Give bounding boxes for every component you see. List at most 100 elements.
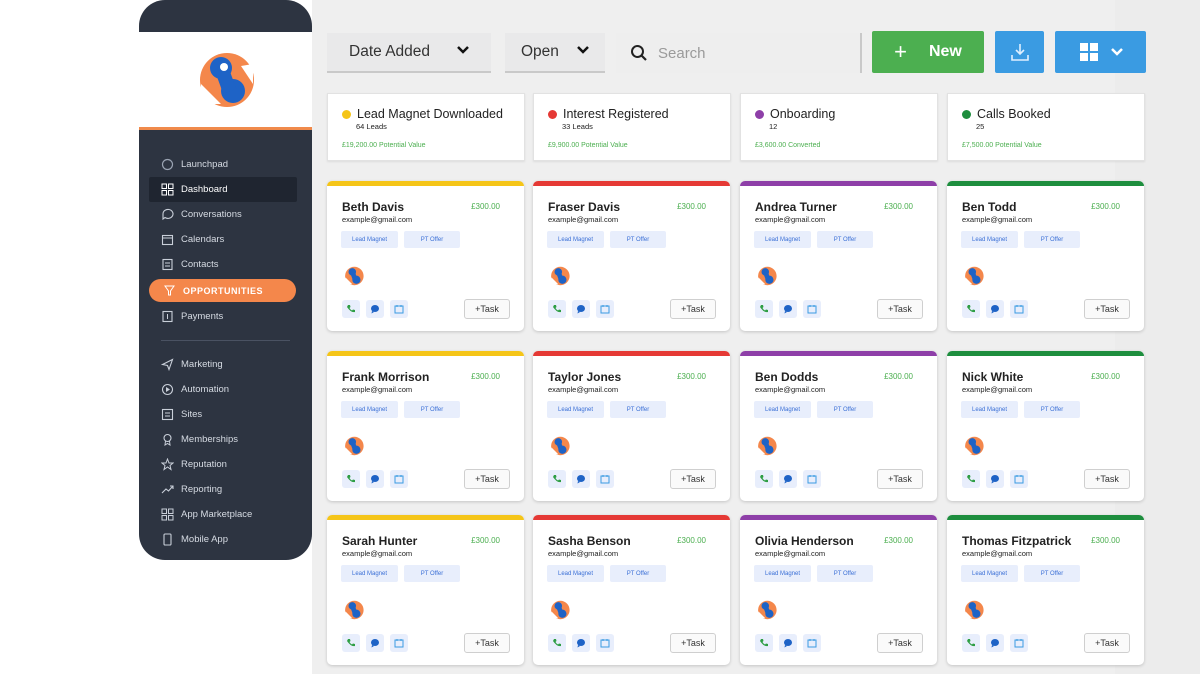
sidebar-item-app-marketplace[interactable]: App Marketplace: [139, 502, 312, 527]
sidebar-item-opportunities[interactable]: OPPORTUNITIES: [149, 279, 296, 302]
message-button[interactable]: [986, 300, 1004, 318]
sidebar-item-memberships[interactable]: Memberships: [139, 427, 312, 452]
sidebar-item-reporting[interactable]: Reporting: [139, 477, 312, 502]
opportunity-card[interactable]: Sasha Benson example@gmail.com £300.00 Lead…: [533, 515, 730, 665]
opportunity-card[interactable]: Sarah Hunter example@gmail.com £300.00 Lead…: [327, 515, 524, 665]
call-button[interactable]: [755, 634, 773, 652]
tag-lead-magnet[interactable]: Lead Magnet: [341, 231, 398, 248]
opportunity-card[interactable]: Taylor Jones example@gmail.com £300.00 Lead…: [533, 351, 730, 501]
search-input[interactable]: Search: [616, 33, 862, 73]
message-button[interactable]: [986, 634, 1004, 652]
call-button[interactable]: [342, 470, 360, 488]
add-task-button[interactable]: +Task: [464, 469, 510, 489]
calendar-button[interactable]: [1010, 300, 1028, 318]
sidebar-item-contacts[interactable]: Contacts: [139, 252, 312, 277]
opportunity-card[interactable]: Frank Morrison example@gmail.com £300.00 Le…: [327, 351, 524, 501]
add-task-button[interactable]: +Task: [1084, 299, 1130, 319]
tag-pt-offer[interactable]: PT Offer: [610, 401, 666, 418]
call-button[interactable]: [548, 470, 566, 488]
opportunity-card[interactable]: Andrea Turner example@gmail.com £300.00 Lea…: [740, 181, 937, 331]
calendar-button[interactable]: [390, 300, 408, 318]
sidebar-item-automation[interactable]: Automation: [139, 377, 312, 402]
sidebar-item-dashboard[interactable]: Dashboard: [149, 177, 297, 202]
add-task-button[interactable]: +Task: [877, 299, 923, 319]
tag-lead-magnet[interactable]: Lead Magnet: [341, 565, 398, 582]
calendar-button[interactable]: [596, 634, 614, 652]
tag-lead-magnet[interactable]: Lead Magnet: [961, 565, 1018, 582]
download-button[interactable]: [995, 31, 1044, 73]
view-toggle-button[interactable]: [1055, 31, 1146, 73]
tag-pt-offer[interactable]: PT Offer: [1024, 231, 1080, 248]
call-button[interactable]: [342, 300, 360, 318]
calendar-button[interactable]: [1010, 470, 1028, 488]
tag-lead-magnet[interactable]: Lead Magnet: [547, 231, 604, 248]
call-button[interactable]: [548, 634, 566, 652]
tag-pt-offer[interactable]: PT Offer: [404, 231, 460, 248]
message-button[interactable]: [779, 634, 797, 652]
sidebar-item-payments[interactable]: Payments: [139, 304, 312, 329]
calendar-button[interactable]: [803, 634, 821, 652]
add-task-button[interactable]: +Task: [670, 633, 716, 653]
call-button[interactable]: [962, 300, 980, 318]
call-button[interactable]: [755, 470, 773, 488]
tag-lead-magnet[interactable]: Lead Magnet: [341, 401, 398, 418]
sidebar-item-launchpad[interactable]: Launchpad: [139, 152, 312, 177]
message-button[interactable]: [572, 470, 590, 488]
tag-lead-magnet[interactable]: Lead Magnet: [547, 401, 604, 418]
tag-pt-offer[interactable]: PT Offer: [404, 401, 460, 418]
sidebar-item-conversations[interactable]: Conversations: [139, 202, 312, 227]
tag-pt-offer[interactable]: PT Offer: [610, 231, 666, 248]
opportunity-card[interactable]: Beth Davis example@gmail.com £300.00 Lead M…: [327, 181, 524, 331]
tag-pt-offer[interactable]: PT Offer: [817, 231, 873, 248]
message-button[interactable]: [779, 300, 797, 318]
tag-pt-offer[interactable]: PT Offer: [1024, 565, 1080, 582]
sidebar-item-marketing[interactable]: Marketing: [139, 352, 312, 377]
add-task-button[interactable]: +Task: [670, 299, 716, 319]
calendar-button[interactable]: [1010, 634, 1028, 652]
calendar-button[interactable]: [390, 634, 408, 652]
message-button[interactable]: [366, 470, 384, 488]
calendar-button[interactable]: [596, 470, 614, 488]
message-button[interactable]: [572, 300, 590, 318]
add-task-button[interactable]: +Task: [464, 299, 510, 319]
tag-lead-magnet[interactable]: Lead Magnet: [547, 565, 604, 582]
tag-pt-offer[interactable]: PT Offer: [817, 401, 873, 418]
opportunity-card[interactable]: Fraser Davis example@gmail.com £300.00 Lead…: [533, 181, 730, 331]
message-button[interactable]: [779, 470, 797, 488]
stage-header[interactable]: Onboarding 12 £3,600.00 Converted: [740, 93, 938, 161]
message-button[interactable]: [366, 300, 384, 318]
status-dropdown[interactable]: Open: [505, 33, 605, 73]
add-task-button[interactable]: +Task: [464, 633, 510, 653]
call-button[interactable]: [548, 300, 566, 318]
tag-pt-offer[interactable]: PT Offer: [404, 565, 460, 582]
call-button[interactable]: [962, 470, 980, 488]
tag-pt-offer[interactable]: PT Offer: [817, 565, 873, 582]
tag-lead-magnet[interactable]: Lead Magnet: [754, 565, 811, 582]
opportunity-card[interactable]: Ben Dodds example@gmail.com £300.00 Lead Ma…: [740, 351, 937, 501]
stage-header[interactable]: Lead Magnet Downloaded 64 Leads £19,200.00…: [327, 93, 525, 161]
add-task-button[interactable]: +Task: [1084, 469, 1130, 489]
tag-pt-offer[interactable]: PT Offer: [610, 565, 666, 582]
call-button[interactable]: [755, 300, 773, 318]
calendar-button[interactable]: [596, 300, 614, 318]
call-button[interactable]: [342, 634, 360, 652]
stage-header[interactable]: Calls Booked 25 £7,500.00 Potential Value: [947, 93, 1145, 161]
tag-pt-offer[interactable]: PT Offer: [1024, 401, 1080, 418]
brand-logo[interactable]: [139, 32, 312, 130]
opportunity-card[interactable]: Olivia Henderson example@gmail.com £300.00…: [740, 515, 937, 665]
sidebar-item-sites[interactable]: Sites: [139, 402, 312, 427]
add-task-button[interactable]: +Task: [670, 469, 716, 489]
calendar-button[interactable]: [390, 470, 408, 488]
message-button[interactable]: [986, 470, 1004, 488]
add-task-button[interactable]: +Task: [1084, 633, 1130, 653]
sidebar-item-reputation[interactable]: Reputation: [139, 452, 312, 477]
stage-header[interactable]: Interest Registered 33 Leads £9,900.00 Pot…: [533, 93, 731, 161]
calendar-button[interactable]: [803, 300, 821, 318]
call-button[interactable]: [962, 634, 980, 652]
message-button[interactable]: [366, 634, 384, 652]
new-button[interactable]: + New: [872, 31, 984, 73]
tag-lead-magnet[interactable]: Lead Magnet: [754, 401, 811, 418]
sort-dropdown[interactable]: Date Added: [327, 33, 491, 73]
add-task-button[interactable]: +Task: [877, 633, 923, 653]
sidebar-item-mobile-app[interactable]: Mobile App: [139, 527, 312, 552]
